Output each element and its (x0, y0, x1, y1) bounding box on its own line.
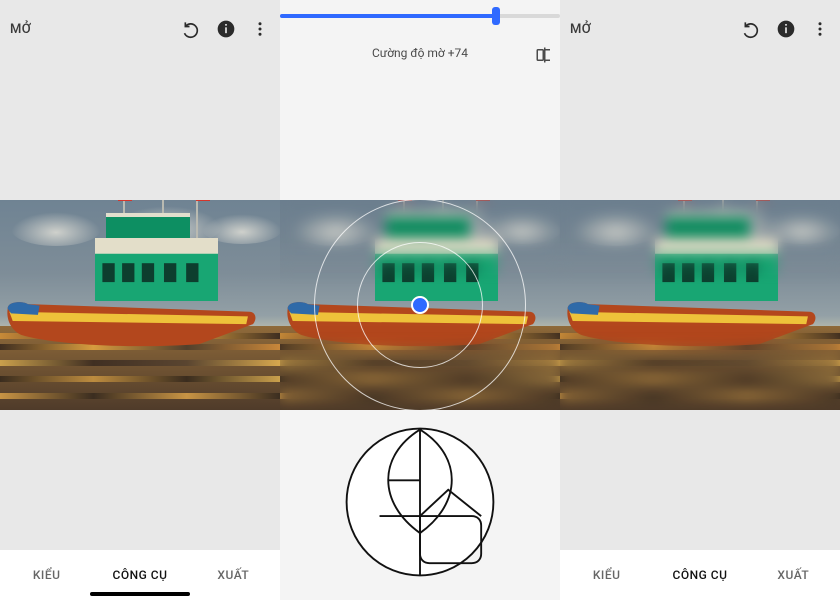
compare-icon[interactable] (534, 45, 554, 65)
undo-icon[interactable] (742, 19, 762, 39)
panel-middle: Cường độ mờ +74 (280, 0, 560, 600)
topbar-right: MỞ (560, 0, 840, 58)
tab-export[interactable]: XUẤT (187, 568, 280, 582)
photo-preview[interactable] (560, 200, 840, 410)
tab-styles[interactable]: KIỂU (0, 568, 93, 582)
home-indicator (90, 592, 190, 596)
info-icon[interactable] (216, 19, 236, 39)
tab-tools[interactable]: CÔNG CỤ (653, 568, 746, 582)
tab-styles[interactable]: KIỂU (560, 568, 653, 582)
more-vert-icon[interactable] (250, 19, 270, 39)
bottom-tabs-left: KIỂU CÔNG CỤ XUẤT (0, 550, 280, 600)
open-label[interactable]: MỞ (570, 22, 591, 37)
info-icon[interactable] (776, 19, 796, 39)
blur-slider[interactable] (280, 14, 560, 22)
blur-strength-label: Cường độ mờ +74 (372, 46, 468, 60)
topbar-left: MỞ (0, 0, 280, 58)
top-icons-right (742, 19, 830, 39)
photo-preview[interactable] (0, 200, 280, 410)
panel-left: MỞ (0, 0, 280, 600)
open-label[interactable]: MỞ (10, 22, 31, 37)
focus-center-handle[interactable] (411, 296, 429, 314)
photo-preview-focus[interactable] (280, 200, 560, 410)
tab-export[interactable]: XUẤT (747, 568, 840, 582)
more-vert-icon[interactable] (810, 19, 830, 39)
top-icons-left (182, 19, 270, 39)
bottom-tabs-right: KIỂU CÔNG CỤ XUẤT (560, 550, 840, 600)
panel-right: MỞ (560, 0, 840, 600)
snapseed-logo-icon (339, 418, 501, 586)
undo-icon[interactable] (182, 19, 202, 39)
tab-tools[interactable]: CÔNG CỤ (93, 568, 186, 582)
